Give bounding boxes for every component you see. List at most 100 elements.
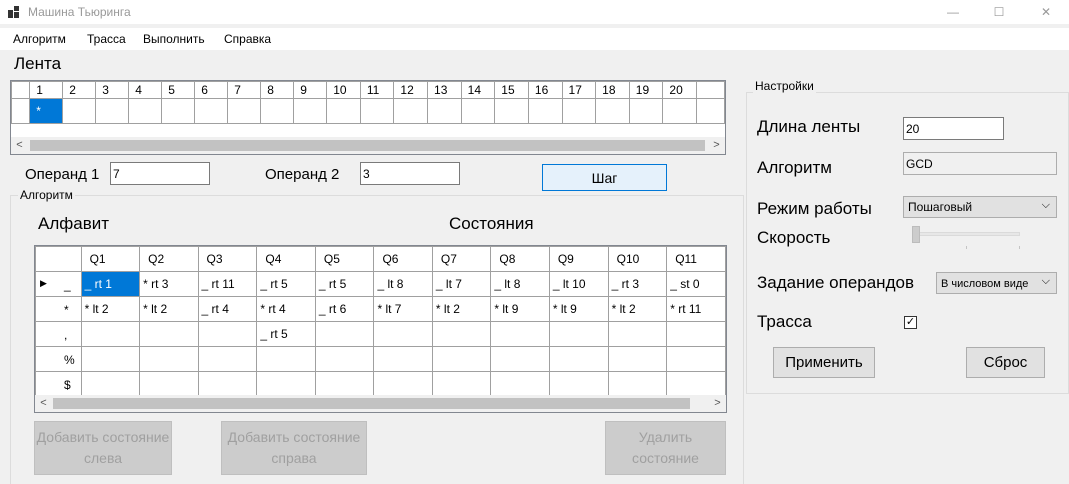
tape-scroll-thumb[interactable]	[30, 140, 705, 151]
tape-cell[interactable]	[359, 98, 395, 124]
transition-cell[interactable]: * rt 4	[256, 296, 316, 322]
transition-cell[interactable]	[431, 346, 492, 372]
menu-help[interactable]: Справка	[224, 32, 271, 46]
transition-cell[interactable]	[139, 371, 199, 397]
transition-cell[interactable]	[548, 346, 609, 372]
tape-cell[interactable]	[393, 98, 429, 124]
state-column-header[interactable]: Q10	[607, 246, 668, 272]
mode-select[interactable]: Пошаговый ⌵	[903, 196, 1057, 218]
state-column-header[interactable]: Q6	[373, 246, 433, 272]
tape-length-input[interactable]	[903, 117, 1004, 140]
speed-slider-thumb[interactable]	[912, 226, 920, 243]
transition-cell[interactable]: _ rt 3	[607, 271, 668, 297]
transition-cell[interactable]	[256, 346, 316, 372]
tape-cell[interactable]: *	[29, 98, 64, 124]
transition-cell[interactable]: * lt 7	[373, 296, 433, 322]
transition-cell[interactable]: * lt 2	[431, 296, 492, 322]
tape-cell[interactable]	[595, 98, 630, 124]
transition-cell[interactable]: * lt 9	[490, 296, 550, 322]
apply-button[interactable]: Применить	[773, 347, 875, 378]
state-column-header[interactable]: Q2	[139, 246, 199, 272]
transition-cell[interactable]	[431, 321, 492, 347]
state-column-header[interactable]: Q9	[548, 246, 609, 272]
tape-cell[interactable]	[95, 98, 130, 124]
transition-cell[interactable]	[314, 321, 375, 347]
grid-scrollbar[interactable]: < >	[35, 395, 726, 412]
transition-grid[interactable]: Q1 Q2 Q3 Q4 Q5 Q6 Q7 Q8 Q9 Q10 Q11 ▶ _ _ rt 1 * rt 3 _…	[34, 245, 727, 413]
operand2-input[interactable]	[360, 162, 460, 185]
transition-cell[interactable]	[607, 321, 668, 347]
minimize-button[interactable]: —	[930, 0, 976, 24]
tape-cell[interactable]	[227, 98, 262, 124]
scroll-left-icon[interactable]: <	[11, 137, 28, 154]
row-header[interactable]: ▶ _	[35, 271, 82, 297]
state-column-header[interactable]: Q1	[80, 246, 141, 272]
transition-cell[interactable]	[373, 346, 433, 372]
tape-cell[interactable]	[62, 98, 97, 124]
maximize-button[interactable]: ☐	[976, 0, 1022, 24]
state-column-header[interactable]: Q3	[197, 246, 258, 272]
transition-cell[interactable]	[373, 371, 433, 397]
tape-cell[interactable]	[427, 98, 462, 124]
transition-cell[interactable]: _ rt 5	[256, 321, 316, 347]
transition-cell[interactable]: _ rt 11	[197, 271, 258, 297]
transition-cell[interactable]	[80, 346, 141, 372]
transition-cell[interactable]: _ lt 8	[373, 271, 433, 297]
transition-cell[interactable]: _ rt 5	[256, 271, 316, 297]
transition-cell[interactable]: * rt 11	[666, 296, 726, 322]
tape-cell[interactable]	[326, 98, 361, 124]
grid-scroll-right-icon[interactable]: >	[709, 395, 726, 412]
tape-scrollbar[interactable]: < >	[11, 137, 725, 154]
transition-cell[interactable]	[139, 321, 199, 347]
transition-cell[interactable]: _ rt 4	[197, 296, 258, 322]
state-column-header[interactable]: Q5	[314, 246, 375, 272]
transition-cell[interactable]	[490, 346, 550, 372]
transition-cell[interactable]	[666, 321, 726, 347]
transition-cell[interactable]: _ rt 1	[80, 271, 141, 297]
transition-cell[interactable]	[256, 371, 316, 397]
transition-cell[interactable]: * rt 3	[139, 271, 199, 297]
tape-cell[interactable]	[293, 98, 328, 124]
transition-cell[interactable]	[80, 321, 141, 347]
menu-trace[interactable]: Трасса	[87, 32, 126, 46]
tape-cell[interactable]	[561, 98, 597, 124]
transition-cell[interactable]: _ rt 6	[314, 296, 375, 322]
transition-cell[interactable]	[197, 371, 258, 397]
tape-cell[interactable]	[696, 98, 725, 124]
add-state-right-button[interactable]: Добавить состояние справа	[221, 421, 367, 475]
delete-state-button[interactable]: Удалить состояние	[605, 421, 726, 475]
tape-cell[interactable]	[161, 98, 196, 124]
transition-cell[interactable]: * lt 9	[548, 296, 609, 322]
transition-cell[interactable]	[431, 371, 492, 397]
tape-cell[interactable]	[527, 98, 563, 124]
tape-cell[interactable]	[494, 98, 529, 124]
row-header[interactable]: %	[35, 346, 82, 372]
step-button[interactable]: Шаг	[542, 164, 667, 191]
transition-cell[interactable]	[197, 346, 258, 372]
reset-button[interactable]: Сброс	[966, 347, 1045, 378]
trace-checkbox[interactable]: ✓	[904, 316, 917, 329]
tape-grid[interactable]: 1 2 3 4 5 6 7 8 9 10 11 12 13 14 15 16 17 18 19 20 * < >	[10, 80, 726, 155]
operand-mode-select[interactable]: В числовом виде ⌵	[936, 272, 1057, 294]
transition-cell[interactable]	[314, 346, 375, 372]
transition-cell[interactable]	[80, 371, 141, 397]
transition-cell[interactable]: _ lt 7	[431, 271, 492, 297]
tape-cell[interactable]	[662, 98, 698, 124]
transition-cell[interactable]	[490, 371, 550, 397]
transition-cell[interactable]	[548, 321, 609, 347]
state-column-header[interactable]: Q11	[666, 246, 726, 272]
transition-cell[interactable]: _ lt 10	[548, 271, 609, 297]
transition-cell[interactable]	[548, 371, 609, 397]
transition-cell[interactable]	[373, 321, 433, 347]
transition-cell[interactable]	[314, 371, 375, 397]
transition-cell[interactable]	[197, 321, 258, 347]
speed-slider-track[interactable]	[912, 232, 1020, 236]
transition-cell[interactable]: _ rt 5	[314, 271, 375, 297]
close-button[interactable]: ✕	[1023, 0, 1069, 24]
transition-cell[interactable]	[666, 371, 726, 397]
tape-cell[interactable]	[194, 98, 229, 124]
transition-cell[interactable]	[607, 371, 668, 397]
grid-scroll-left-icon[interactable]: <	[35, 395, 52, 412]
state-column-header[interactable]: Q8	[490, 246, 550, 272]
transition-cell[interactable]: _ lt 8	[490, 271, 550, 297]
